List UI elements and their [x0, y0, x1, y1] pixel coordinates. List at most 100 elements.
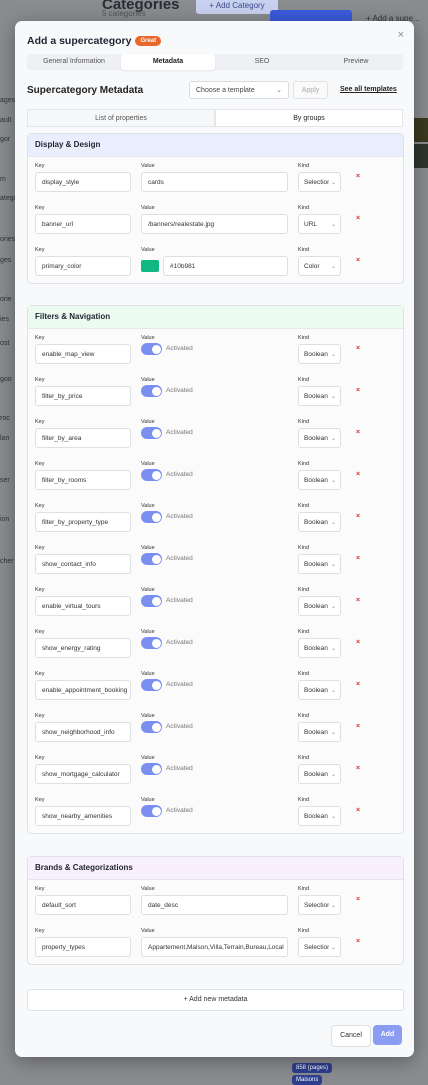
value-input[interactable]: Appartement,Maison,Villa,Terrain,Bureau,…	[141, 937, 288, 957]
key-input[interactable]: show_neighborhood_info	[35, 722, 131, 742]
template-select[interactable]: Choose a template ⌄	[189, 81, 289, 99]
key-input[interactable]: show_energy_rating	[35, 638, 131, 658]
color-swatch[interactable]	[141, 260, 159, 272]
key-input[interactable]: show_contact_info	[35, 554, 131, 574]
delete-icon[interactable]: ×	[356, 938, 360, 945]
key-input[interactable]: filter_by_price	[35, 386, 131, 406]
kind-select[interactable]: URL ⌄	[298, 214, 341, 234]
key-label: Key	[35, 886, 45, 892]
value-toggle[interactable]	[141, 637, 162, 649]
key-input[interactable]: enable_map_view	[35, 344, 131, 364]
kind-select[interactable]: Boolean ⌄	[298, 344, 341, 364]
delete-icon[interactable]: ×	[356, 807, 360, 814]
value-input[interactable]: date_desc	[141, 895, 288, 915]
value-toggle[interactable]	[141, 343, 162, 355]
key-input[interactable]: display_style	[35, 172, 131, 192]
delete-icon[interactable]: ×	[356, 896, 360, 903]
kind-select[interactable]: Boolean ⌄	[298, 638, 341, 658]
cancel-button[interactable]: Cancel	[331, 1025, 371, 1047]
kind-select[interactable]: Boolean ⌄	[298, 722, 341, 742]
tab-general-information[interactable]: General Information	[27, 54, 121, 70]
value-toggle[interactable]	[141, 427, 162, 439]
kind-select[interactable]: Boolean ⌄	[298, 806, 341, 826]
value-toggle[interactable]	[141, 805, 162, 817]
see-all-templates-link[interactable]: See all templates	[340, 86, 397, 93]
key-input[interactable]: property_types	[35, 937, 131, 957]
close-icon[interactable]: ×	[398, 29, 404, 41]
kind-select[interactable]: Selection ⌄	[298, 172, 341, 192]
key-label: Key	[35, 755, 45, 761]
value-label: Value	[141, 928, 155, 934]
kind-select[interactable]: Boolean ⌄	[298, 470, 341, 490]
value-toggle[interactable]	[141, 679, 162, 691]
page-subtitle: 5 categories	[102, 9, 146, 18]
add-metadata-button[interactable]: + Add new metadata	[27, 989, 404, 1011]
kind-select[interactable]: Selection ⌄	[298, 937, 341, 957]
tab-preview[interactable]: Preview	[309, 54, 403, 70]
kind-select[interactable]: Boolean ⌄	[298, 512, 341, 532]
key-input[interactable]: filter_by_area	[35, 428, 131, 448]
value-toggle[interactable]	[141, 469, 162, 481]
kind-select[interactable]: Boolean ⌄	[298, 428, 341, 448]
group-header: Filters & Navigation	[28, 306, 403, 329]
kind-label: Kind	[298, 461, 310, 467]
kind-select-value: URL	[304, 221, 318, 228]
delete-icon[interactable]: ×	[356, 215, 360, 222]
background-list-item: orie	[0, 296, 12, 303]
add-button[interactable]: Add	[373, 1025, 402, 1045]
kind-label: Kind	[298, 503, 310, 509]
value-toggle[interactable]	[141, 385, 162, 397]
metadata-row: Key show_energy_rating Value Activated Kind B…	[28, 623, 403, 665]
key-input[interactable]: filter_by_property_type	[35, 512, 131, 532]
kind-select[interactable]: Boolean ⌄	[298, 764, 341, 784]
delete-icon[interactable]: ×	[356, 173, 360, 180]
value-input[interactable]: /banners/realestate.jpg	[141, 214, 288, 234]
value-input[interactable]: #10b981	[163, 256, 288, 276]
key-input[interactable]: enable_appointment_booking	[35, 680, 131, 700]
kind-select-value: Boolean	[304, 351, 328, 358]
delete-icon[interactable]: ×	[356, 387, 360, 394]
key-input[interactable]: show_mortgage_calculator	[35, 764, 131, 784]
key-label: Key	[35, 205, 45, 211]
tab-by-groups[interactable]: By groups	[215, 109, 403, 127]
value-toggle[interactable]	[141, 763, 162, 775]
dialog-title: Add a supercategory Great	[27, 35, 162, 47]
delete-icon[interactable]: ×	[356, 429, 360, 436]
kind-select[interactable]: Color ⌄	[298, 256, 341, 276]
delete-icon[interactable]: ×	[356, 765, 360, 772]
key-input[interactable]: enable_virtual_tours	[35, 596, 131, 616]
add-category-button[interactable]: + Add Category	[196, 0, 278, 14]
key-input[interactable]: primary_color	[35, 256, 131, 276]
tab-metadata[interactable]: Metadata	[121, 54, 215, 70]
kind-select-value: Boolean	[304, 477, 328, 484]
delete-icon[interactable]: ×	[356, 257, 360, 264]
delete-icon[interactable]: ×	[356, 639, 360, 646]
value-label: Value	[141, 163, 155, 169]
key-input[interactable]: show_nearby_amenities	[35, 806, 131, 826]
delete-icon[interactable]: ×	[356, 345, 360, 352]
delete-icon[interactable]: ×	[356, 723, 360, 730]
delete-icon[interactable]: ×	[356, 555, 360, 562]
apply-button[interactable]: Apply	[293, 81, 328, 99]
value-toggle[interactable]	[141, 595, 162, 607]
kind-select[interactable]: Boolean ⌄	[298, 554, 341, 574]
delete-icon[interactable]: ×	[356, 597, 360, 604]
kind-select[interactable]: Boolean ⌄	[298, 386, 341, 406]
kind-select[interactable]: Boolean ⌄	[298, 680, 341, 700]
key-input[interactable]: banner_url	[35, 214, 131, 234]
tab-list-of-properties[interactable]: List of properties	[27, 109, 215, 127]
delete-icon[interactable]: ×	[356, 681, 360, 688]
key-input[interactable]: default_sort	[35, 895, 131, 915]
background-list-item: ion	[0, 516, 10, 523]
value-toggle[interactable]	[141, 553, 162, 565]
kind-select[interactable]: Boolean ⌄	[298, 596, 341, 616]
value-label: Value	[141, 755, 155, 761]
key-input[interactable]: filter_by_rooms	[35, 470, 131, 490]
value-toggle[interactable]	[141, 721, 162, 733]
value-input[interactable]: cards	[141, 172, 288, 192]
tab-seo[interactable]: SEO	[215, 54, 309, 70]
kind-select[interactable]: Selection ⌄	[298, 895, 341, 915]
delete-icon[interactable]: ×	[356, 471, 360, 478]
value-toggle[interactable]	[141, 511, 162, 523]
delete-icon[interactable]: ×	[356, 513, 360, 520]
